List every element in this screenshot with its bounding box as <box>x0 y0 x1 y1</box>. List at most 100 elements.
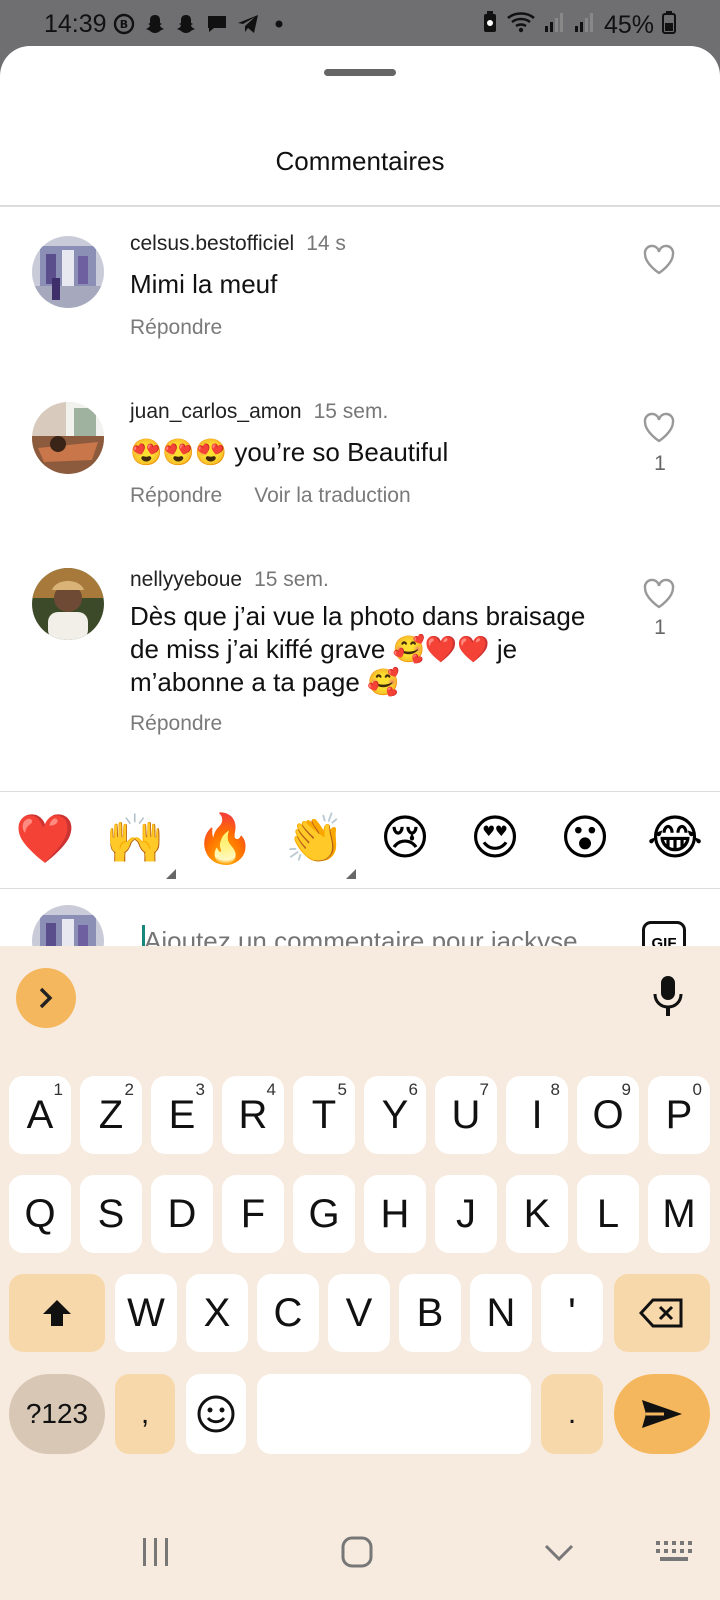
key-label: A <box>26 1092 54 1137</box>
comment-actions: Répondre Voir la traduction <box>130 484 411 508</box>
reaction-clap[interactable]: 👏 <box>280 803 356 879</box>
key-label: T <box>311 1092 337 1137</box>
reaction-heart[interactable]: ❤️ <box>10 803 80 873</box>
reaction-crying[interactable]: 😢 <box>370 803 440 873</box>
key-k[interactable]: K <box>506 1175 568 1253</box>
avatar[interactable] <box>32 236 104 308</box>
key-hint: 7 <box>479 1080 489 1099</box>
key-z[interactable]: Z2 <box>80 1076 142 1154</box>
reaction-fire[interactable]: 🔥 <box>190 803 260 873</box>
wifi-icon <box>506 10 536 41</box>
key-label: Y <box>381 1092 409 1137</box>
key-hint: 4 <box>266 1080 276 1099</box>
home-icon[interactable] <box>340 1535 374 1569</box>
notification-icons: B <box>112 12 291 36</box>
key-c[interactable]: C <box>257 1274 319 1352</box>
key-i[interactable]: I8 <box>506 1076 568 1154</box>
chevron-down-icon[interactable] <box>542 1535 576 1569</box>
avatar[interactable] <box>32 568 104 640</box>
comment-username[interactable]: nellyyeboue <box>130 568 242 591</box>
key-hint: 5 <box>337 1080 347 1099</box>
key-m[interactable]: M <box>648 1175 710 1253</box>
comment-time: 15 sem. <box>313 400 389 423</box>
key-t[interactable]: T5 <box>293 1076 355 1154</box>
chevron-right-icon <box>39 987 53 1009</box>
dot-icon <box>267 12 291 36</box>
key-a[interactable]: A1 <box>9 1076 71 1154</box>
key-u[interactable]: U7 <box>435 1076 497 1154</box>
reply-button[interactable]: Répondre <box>130 712 222 735</box>
key-y[interactable]: Y6 <box>364 1076 426 1154</box>
like-heart-icon[interactable] <box>642 578 678 612</box>
key-apostrophe[interactable]: ' <box>541 1274 603 1352</box>
status-bar: 14:39 B 45% <box>0 0 720 52</box>
reaction-heart-eyes[interactable]: 😍 <box>460 803 530 873</box>
comment-username[interactable]: juan_carlos_amon <box>130 400 302 423</box>
emoji-key[interactable] <box>186 1374 246 1454</box>
battery-saver-icon <box>482 10 498 41</box>
sheet-title: Commentaires <box>275 146 445 176</box>
avatar[interactable] <box>32 402 104 474</box>
key-d[interactable]: D <box>151 1175 213 1253</box>
signal-icon <box>574 10 596 41</box>
keyboard-icon[interactable] <box>654 1535 694 1569</box>
key-hint: 0 <box>692 1080 702 1099</box>
reaction-surprised[interactable]: 😮 <box>550 803 620 873</box>
battery-percent: 45% <box>603 11 654 39</box>
skin-tone-indicator-icon <box>346 869 356 879</box>
space-key[interactable] <box>257 1374 531 1454</box>
key-v[interactable]: V <box>328 1274 390 1352</box>
whatsapp-icon: B <box>112 12 136 36</box>
reaction-raising-hands[interactable]: 🙌 <box>100 803 176 879</box>
key-q[interactable]: Q <box>9 1175 71 1253</box>
keyboard: A1 Z2 E3 R4 T5 Y6 U7 I8 O9 P0 Q S D F G … <box>0 946 720 1554</box>
key-hint: 2 <box>124 1080 134 1099</box>
svg-text:B: B <box>120 18 128 31</box>
backspace-icon <box>639 1298 683 1328</box>
keyboard-toolbar-toggle[interactable] <box>16 968 76 1028</box>
key-s[interactable]: S <box>80 1175 142 1253</box>
send-key[interactable] <box>614 1374 710 1454</box>
key-e[interactable]: E3 <box>151 1076 213 1154</box>
key-n[interactable]: N <box>470 1274 532 1352</box>
shift-key[interactable] <box>9 1274 105 1352</box>
key-b[interactable]: B <box>399 1274 461 1352</box>
key-f[interactable]: F <box>222 1175 284 1253</box>
comment-time: 14 s <box>306 232 346 255</box>
key-hint: 8 <box>550 1080 560 1099</box>
key-p[interactable]: P0 <box>648 1076 710 1154</box>
reply-button[interactable]: Répondre <box>130 316 222 339</box>
divider <box>0 791 720 792</box>
reaction-laughing[interactable]: 😂 <box>640 803 710 873</box>
comment-text: Dès que j’ai vue la photo dans braisage … <box>130 601 586 697</box>
comment-header: celsus.bestofficiel 14 s <box>130 232 346 256</box>
like-heart-icon[interactable] <box>642 244 678 278</box>
translate-button[interactable]: Voir la traduction <box>254 484 410 507</box>
period-key[interactable]: . <box>541 1374 603 1454</box>
reply-button[interactable]: Répondre <box>130 484 222 507</box>
key-r[interactable]: R4 <box>222 1076 284 1154</box>
reaction-raising-hands-label: 🙌 <box>105 810 165 867</box>
snapchat-icon <box>143 12 167 36</box>
key-h[interactable]: H <box>364 1175 426 1253</box>
like-heart-icon[interactable] <box>642 412 678 446</box>
recent-apps-icon[interactable] <box>140 1535 172 1569</box>
key-w[interactable]: W <box>115 1274 177 1352</box>
key-g[interactable]: G <box>293 1175 355 1253</box>
backspace-key[interactable] <box>614 1274 710 1352</box>
microphone-icon[interactable] <box>650 972 686 1020</box>
symbols-key[interactable]: ?123 <box>9 1374 105 1454</box>
message-icon <box>205 12 229 36</box>
comma-key[interactable]: , <box>115 1374 175 1454</box>
drag-handle[interactable] <box>324 69 396 76</box>
key-label: Z <box>98 1092 124 1137</box>
like-count: 1 <box>654 616 666 639</box>
key-label: P <box>665 1092 693 1137</box>
key-l[interactable]: L <box>577 1175 639 1253</box>
comment-username[interactable]: celsus.bestofficiel <box>130 232 294 255</box>
comment-time: 15 sem. <box>254 568 329 591</box>
key-o[interactable]: O9 <box>577 1076 639 1154</box>
key-x[interactable]: X <box>186 1274 248 1352</box>
key-hint: 1 <box>53 1080 63 1099</box>
key-j[interactable]: J <box>435 1175 497 1253</box>
